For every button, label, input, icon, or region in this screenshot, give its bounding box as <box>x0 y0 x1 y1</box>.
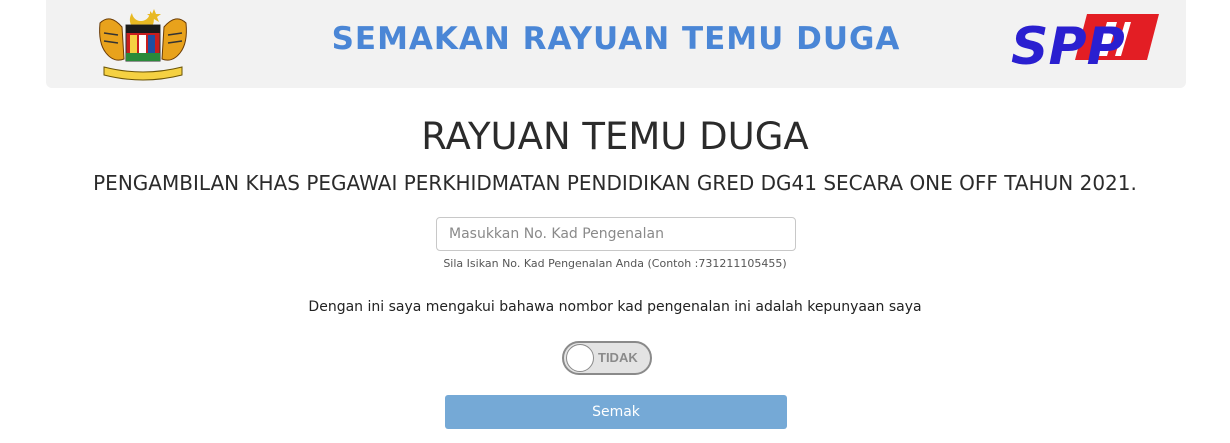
toggle-label: TIDAK <box>598 350 638 365</box>
ic-input-hint: Sila Isikan No. Kad Pengenalan Anda (Con… <box>443 257 787 270</box>
semak-button[interactable]: Semak <box>445 395 787 429</box>
header-banner: SEMAKAN RAYUAN TEMU DUGA SPP <box>46 0 1186 88</box>
page-title: RAYUAN TEMU DUGA <box>421 115 809 158</box>
ic-number-input[interactable] <box>436 217 796 251</box>
toggle-knob <box>566 344 594 372</box>
svg-text:SPP: SPP <box>1011 17 1125 72</box>
spp-logo-icon: SPP <box>1011 14 1159 72</box>
declaration-toggle[interactable]: TIDAK <box>562 341 652 375</box>
page-subtitle: PENGAMBILAN KHAS PEGAWAI PERKHIDMATAN PE… <box>93 171 1137 195</box>
declaration-text: Dengan ini saya mengakui bahawa nombor k… <box>308 299 922 315</box>
